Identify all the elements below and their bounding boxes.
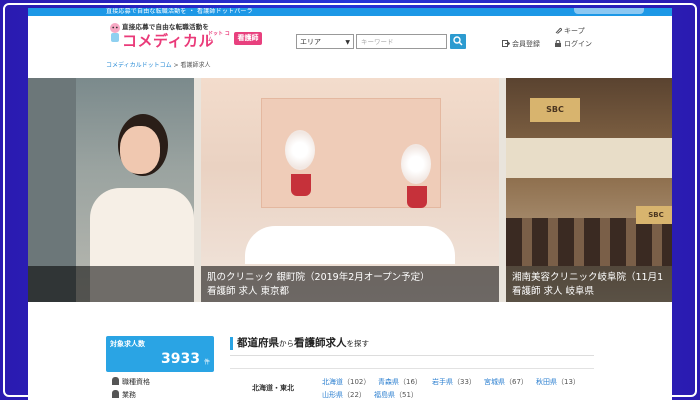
slide-caption-sub: 看護師 求人 岐阜県: [512, 286, 595, 297]
keyword-input[interactable]: キーワード: [356, 34, 447, 49]
sidebar-item-work[interactable]: 業務: [112, 390, 136, 400]
slide-image: [285, 130, 315, 170]
web-page: 直接応募で自由な転職活動を ・ 看護師ドットパーラ 直接応募で自由な転職活動を …: [28, 8, 672, 400]
slide-caption-title: 肌のクリニック 銀町院（2019年2月オープン予定）: [207, 272, 430, 283]
register-label: 会員登録: [512, 40, 540, 48]
nurse-badge: 看護師: [234, 32, 262, 45]
pref-link-hokkaido[interactable]: 北海道（102）: [322, 377, 370, 387]
sbc-sign: SBC: [530, 98, 580, 122]
carousel-slide[interactable]: 肌のクリニック 銀町院（2019年2月オープン予定） 看護師 求人 東京都: [201, 78, 499, 302]
logo-dotcom: ドット コム: [208, 31, 230, 43]
keep-label: キープ: [564, 27, 585, 35]
register-icon: [502, 40, 510, 47]
divider: [230, 355, 594, 356]
keep-link[interactable]: キープ: [554, 26, 585, 36]
pref-name: 青森県: [378, 378, 399, 386]
section-title-pref: 都道府県: [237, 337, 279, 349]
mascot-icon: [110, 23, 120, 42]
pref-count: （13）: [557, 378, 580, 386]
job-count-unit: 件: [203, 359, 210, 366]
pref-name: 福島県: [374, 391, 395, 399]
breadcrumb-home[interactable]: コメディカルドットコム: [106, 62, 172, 69]
hero-carousel: 肌のクリニック 銀町院（2019年2月オープン予定） 看護師 求人 東京都 SB…: [28, 78, 672, 302]
sidebar-item-label: 職種資格: [122, 378, 150, 386]
carousel-slide[interactable]: [28, 78, 194, 302]
carousel-slide[interactable]: SBC SBC 湘南美容クリニック岐阜院（11月1 看護師 求人 岐阜県: [506, 78, 672, 302]
breadcrumb-current: 看護師求人: [180, 62, 211, 69]
pref-link-fukushima[interactable]: 福島県（51）: [374, 390, 418, 400]
breadcrumb: コメディカルドットコム > 看護師求人: [106, 60, 210, 69]
search-button[interactable]: [450, 34, 466, 49]
pref-count: （51）: [395, 391, 418, 399]
slide-caption-title: 湘南美容クリニック岐阜院（11月1: [512, 272, 664, 283]
pref-count: （33）: [453, 378, 476, 386]
region-label: 北海道・東北: [252, 384, 294, 392]
area-select[interactable]: エリア ▼: [296, 34, 354, 49]
slide-caption-sub: 看護師 求人 東京都: [207, 286, 290, 297]
job-count-label: 対象求人数: [110, 340, 145, 348]
pref-count: （16）: [399, 378, 422, 386]
section-title: 都道府県から看護師求人を探す: [230, 337, 369, 350]
search-icon: [453, 36, 463, 46]
top-strip-text: 直接応募で自由な転職活動を ・ 看護師ドットパーラ: [106, 8, 253, 15]
slide-image: [407, 186, 427, 208]
sidebar-item-qualification[interactable]: 職種資格: [112, 377, 150, 387]
logo[interactable]: コメディカル: [122, 30, 214, 51]
section-title-search: を探す: [346, 339, 370, 348]
job-count-box: 対象求人数 3933 件: [106, 336, 214, 372]
login-link[interactable]: ログイン: [554, 39, 592, 49]
job-count-value: 3933: [161, 351, 200, 367]
slide-caption: 肌のクリニック 銀町院（2019年2月オープン予定） 看護師 求人 東京都: [201, 266, 499, 302]
lock-icon: [555, 40, 561, 47]
paperclip-icon: [555, 27, 562, 34]
slide-image: [506, 138, 672, 178]
pref-link-akita[interactable]: 秋田県（13）: [536, 377, 580, 387]
sidebar-item-label: 業務: [122, 391, 136, 399]
section-title-from: から: [279, 339, 294, 348]
pref-name: 岩手県: [432, 378, 453, 386]
pref-count: （102）: [343, 378, 371, 386]
pref-link-aomori[interactable]: 青森県（16）: [378, 377, 422, 387]
slide-image: [401, 144, 431, 184]
pref-count: （22）: [343, 391, 366, 399]
pref-link-iwate[interactable]: 岩手県（33）: [432, 377, 476, 387]
slide-image: [506, 218, 672, 266]
pref-link-yamagata[interactable]: 山形県（22）: [322, 390, 366, 400]
register-link[interactable]: 会員登録: [502, 39, 540, 49]
pref-name: 山形県: [322, 391, 343, 399]
top-strip-tab[interactable]: [574, 8, 644, 14]
slide-caption: [28, 266, 194, 302]
pref-name: 秋田県: [536, 378, 557, 386]
slide-caption: 湘南美容クリニック岐阜院（11月1 看護師 求人 岐阜県: [506, 266, 672, 302]
top-strip: 直接応募で自由な転職活動を ・ 看護師ドットパーラ: [28, 8, 672, 16]
sbc-sign: SBC: [636, 206, 672, 224]
slide-image: [291, 174, 311, 196]
slide-image: [245, 226, 455, 264]
pref-link-miyagi[interactable]: 宮城県（67）: [484, 377, 528, 387]
area-select-value: エリア: [300, 38, 321, 46]
pref-name: 宮城県: [484, 378, 505, 386]
person-icon: [112, 390, 119, 398]
person-icon: [112, 377, 119, 385]
divider: [230, 368, 594, 369]
login-label: ログイン: [564, 40, 592, 48]
pref-name: 北海道: [322, 378, 343, 386]
section-title-jobs: 看護師求人: [294, 337, 347, 349]
chevron-down-icon: ▼: [345, 39, 350, 46]
pref-count: （67）: [505, 378, 528, 386]
slide-image: [120, 126, 160, 174]
